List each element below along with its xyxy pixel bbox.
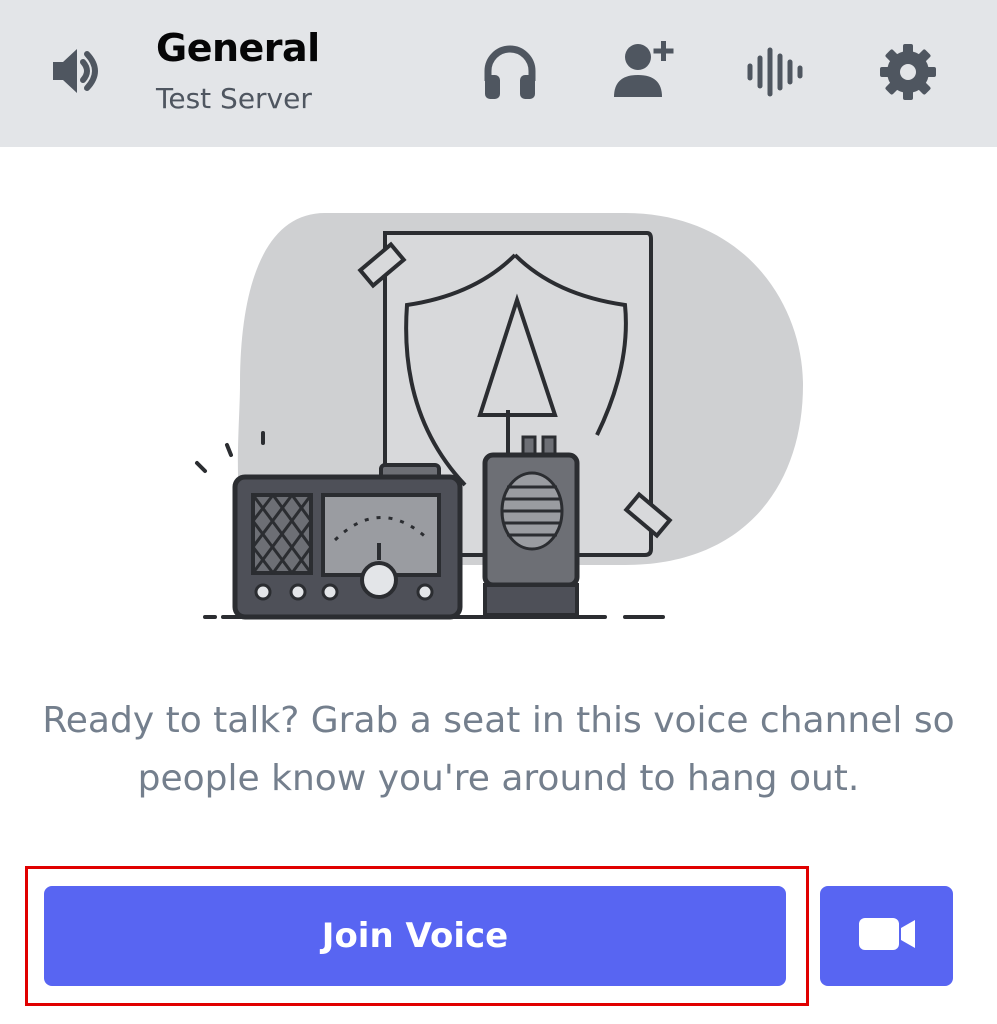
add-member-icon[interactable] bbox=[608, 34, 680, 104]
video-camera-icon bbox=[857, 914, 917, 958]
channel-name: General bbox=[156, 26, 320, 70]
video-button[interactable] bbox=[820, 886, 953, 986]
headphones-icon[interactable] bbox=[475, 38, 545, 104]
speaker-icon[interactable] bbox=[42, 38, 108, 104]
server-name: Test Server bbox=[156, 82, 312, 115]
voice-channel-prompt: Ready to talk? Grab a seat in this voice… bbox=[42, 700, 955, 799]
radio-and-walkie-talkie-illustration bbox=[185, 205, 815, 635]
channel-header: General Test Server bbox=[0, 0, 997, 147]
join-voice-button[interactable]: Join Voice bbox=[44, 886, 786, 986]
gear-icon[interactable] bbox=[874, 38, 942, 106]
voice-activity-icon[interactable] bbox=[740, 42, 810, 102]
